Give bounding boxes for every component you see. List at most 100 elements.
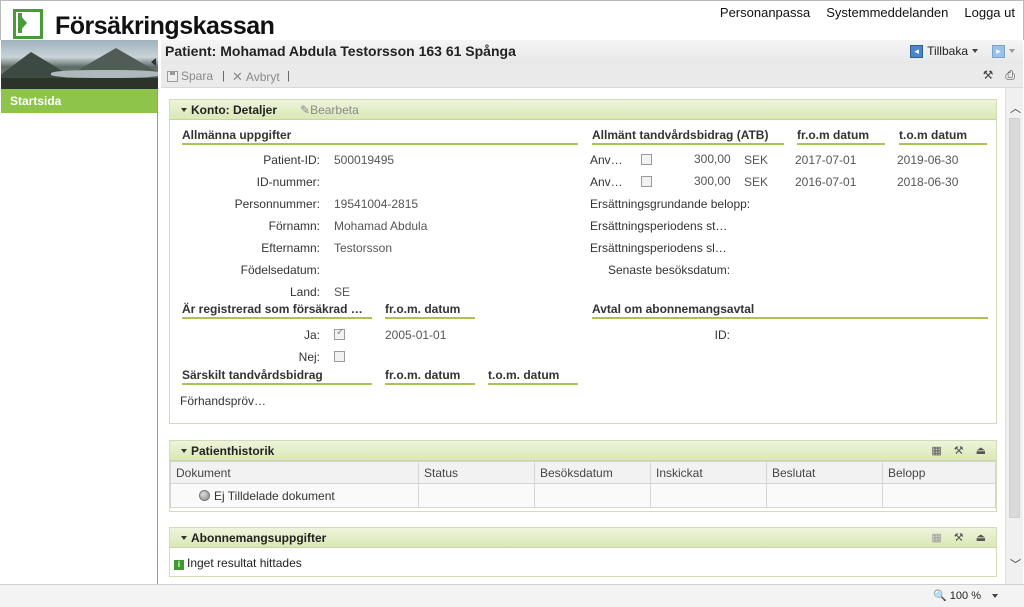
back-button[interactable]: Tillbaka: [927, 44, 968, 58]
last-name-value: Testorsson: [334, 241, 393, 255]
patient-history-header[interactable]: Patienthistorik ▦ ⚒ ⏏: [170, 441, 996, 461]
collapse-triangle-icon[interactable]: [181, 108, 187, 112]
close-icon: ✕: [232, 69, 243, 84]
left-navigation: Startsida: [1, 89, 158, 584]
header-landscape-image: [1, 40, 158, 89]
no-result-text: Inget resultat hittades: [187, 556, 302, 570]
tools-icon[interactable]: ⚒: [954, 444, 964, 457]
period-start-label: Ersättningsperiodens st…: [590, 219, 728, 233]
patient-id-label: Patient-ID:: [263, 153, 320, 167]
eject-icon[interactable]: ⏏: [976, 531, 986, 544]
atb-row-from: 2017-07-01: [795, 153, 857, 167]
cancel-button[interactable]: ✕ Avbryt: [232, 69, 280, 85]
period-end-label: Ersättningsperiodens sl…: [590, 241, 727, 255]
ja-date-value: 2005-01-01: [385, 328, 447, 342]
cancel-label: Avbryt: [245, 70, 280, 84]
subscription-details-header[interactable]: Abonnemangsuppgifter ▦ ⚒ ⏏: [170, 528, 996, 548]
table-cell: [766, 483, 883, 508]
tools-icon[interactable]: ⚒: [954, 531, 964, 544]
column-header[interactable]: Status: [418, 461, 535, 484]
atb-row-checkbox[interactable]: [641, 154, 652, 165]
document-status-icon: [199, 489, 210, 501]
toolbar-right-icons: ⚒ ⎙: [983, 68, 1015, 83]
save-label: Spara: [181, 69, 214, 83]
forward-arrow-icon[interactable]: ▸: [992, 44, 1005, 58]
eject-icon[interactable]: ⏏: [976, 444, 986, 457]
column-header[interactable]: Dokument: [170, 461, 419, 484]
atb-row-to: 2019-06-30: [897, 153, 959, 167]
atb-heading: Allmänt tandvårdsbidrag (ATB): [592, 128, 784, 145]
id-number-label: ID-nummer:: [256, 175, 320, 189]
collapse-triangle-icon[interactable]: [181, 536, 187, 540]
table-row[interactable]: Ej Tilldelade dokument: [170, 483, 996, 508]
nav-item-startsida[interactable]: Startsida: [1, 89, 157, 113]
floppy-icon: [167, 70, 178, 82]
atb-to-heading: t.o.m datum: [899, 128, 987, 145]
calculator-icon[interactable]: ▦: [931, 531, 941, 544]
calculator-icon[interactable]: ▦: [931, 444, 941, 457]
toolbar-divider: |: [222, 70, 225, 82]
column-header[interactable]: Beslutat: [766, 461, 883, 484]
first-name-label: Förnamn:: [268, 219, 320, 233]
table-cell: Ej Tilldelade dokument: [170, 483, 419, 508]
scroll-up-icon[interactable]: ︿: [1010, 100, 1021, 116]
insured-from-heading: fr.o.m. datum: [385, 302, 475, 319]
print-icon[interactable]: ⎙: [1005, 68, 1015, 83]
edit-button[interactable]: ✎Bearbeta: [300, 103, 359, 117]
last-name-label: Efternamn:: [261, 241, 320, 255]
column-header[interactable]: Belopp: [882, 461, 996, 484]
status-bar: 🔍 100 %: [0, 584, 1024, 607]
last-visit-label: Senaste besöksdatum:: [608, 263, 731, 277]
collapse-triangle-icon[interactable]: [181, 449, 187, 453]
back-dropdown-icon[interactable]: [972, 49, 978, 53]
panel-icons: ▦ ⚒ ⏏: [931, 444, 986, 457]
column-header[interactable]: Besöksdatum: [534, 461, 651, 484]
personnummer-label: Personnummer:: [234, 197, 320, 211]
account-details-panel: Konto: Detaljer ✎Bearbeta Allmänna uppgi…: [169, 99, 997, 424]
personalize-link[interactable]: Personanpassa: [720, 5, 810, 20]
patient-id-value: 500019495: [334, 153, 395, 167]
atb-row-amount: 300,00: [694, 152, 731, 166]
atb-row-label: Anv…: [590, 175, 623, 189]
brand-logo: [13, 9, 43, 39]
nej-checkbox[interactable]: [334, 351, 345, 362]
main-content: Konto: Detaljer ✎Bearbeta Allmänna uppgi…: [161, 88, 1005, 584]
zoom-dropdown-icon[interactable]: [992, 593, 998, 598]
logout-link[interactable]: Logga ut: [964, 5, 1015, 20]
forward-dropdown-icon[interactable]: [1009, 49, 1015, 53]
subscription-id-label: ID:: [714, 328, 730, 342]
action-toolbar: Spara | ✕ Avbryt | ⚒ ⎙: [161, 64, 1023, 88]
atb-row-to: 2018-06-30: [897, 175, 959, 189]
save-button[interactable]: Spara: [167, 69, 213, 83]
no-result-message: i Inget resultat hittades: [174, 556, 302, 570]
scroll-thumb[interactable]: [1009, 118, 1020, 518]
account-details-header[interactable]: Konto: Detaljer ✎Bearbeta: [170, 100, 996, 120]
nej-label: Nej:: [298, 350, 320, 364]
table-cell: [650, 483, 767, 508]
column-header[interactable]: Inskickat: [650, 461, 767, 484]
top-header: Försäkringskassan Personanpassa Systemme…: [0, 0, 1024, 40]
system-messages-link[interactable]: Systemmeddelanden: [826, 5, 948, 20]
scroll-down-icon[interactable]: ﹀: [1010, 556, 1021, 572]
country-value: SE: [334, 285, 351, 299]
title-bar: Patient: Mohamad Abdula Testorsson 163 6…: [161, 40, 1023, 64]
vertical-scrollbar[interactable]: ︿ ﹀: [1005, 88, 1023, 584]
atb-from-heading: fr.o.m datum: [797, 128, 885, 145]
account-details-title: Konto: Detaljer: [191, 103, 278, 117]
pencil-icon: ✎: [300, 103, 311, 117]
patient-history-table: Dokument Status Besöksdatum Inskickat Be…: [170, 461, 996, 508]
top-links: Personanpassa Systemmeddelanden Logga ut: [720, 5, 1015, 20]
ja-checkbox[interactable]: [334, 327, 345, 340]
atb-row-label: Anv…: [590, 153, 623, 167]
back-nav: ◂ Tillbaka ▸: [910, 44, 1015, 58]
back-arrow-icon[interactable]: ◂: [910, 44, 924, 58]
special-heading: Särskilt tandvårdsbidrag: [182, 368, 372, 385]
forhandsprov-label: Förhandspröv…: [180, 394, 267, 408]
zoom-control[interactable]: 🔍 100 %: [933, 589, 998, 602]
tools-icon[interactable]: ⚒: [983, 68, 994, 83]
atb-row-checkbox[interactable]: [641, 176, 652, 187]
table-cell: [882, 483, 996, 508]
collapse-sidebar-icon[interactable]: [151, 58, 156, 66]
atb-row-currency: SEK: [744, 153, 769, 167]
zoom-icon: 🔍: [933, 590, 947, 602]
